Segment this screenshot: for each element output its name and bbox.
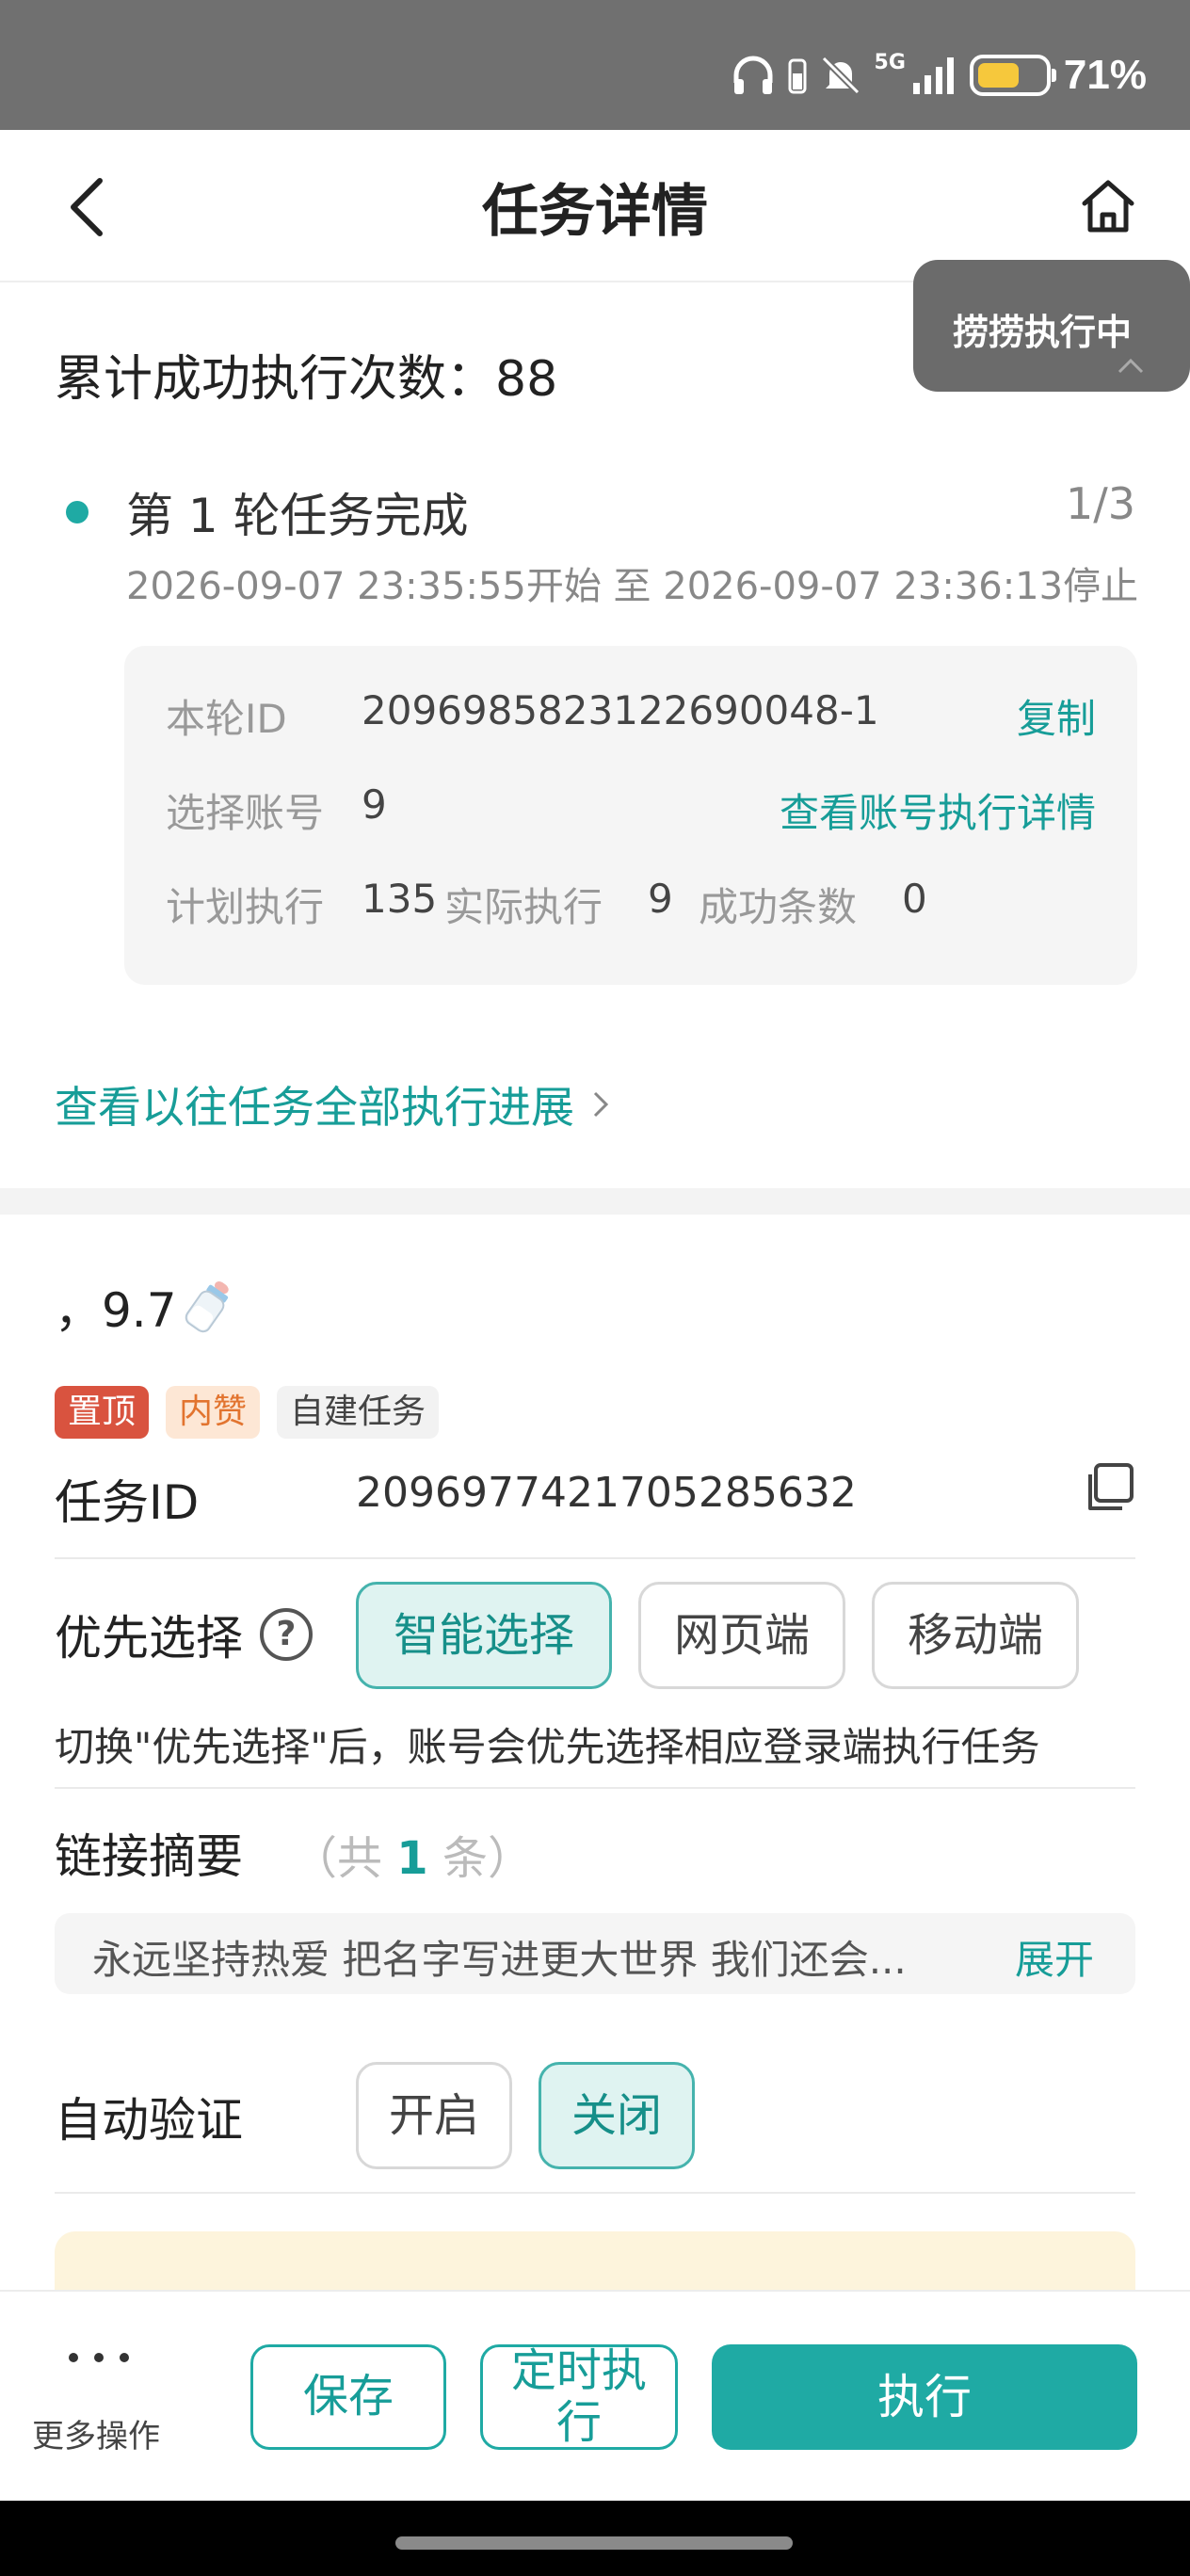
round-id-label: 本轮ID bbox=[166, 696, 287, 742]
link-count-suffix: 条） bbox=[442, 1832, 533, 1885]
tag-pinned: 置顶 bbox=[55, 1386, 150, 1439]
auto-verify-on-button[interactable]: 开启 bbox=[356, 2062, 512, 2169]
account-value: 9 bbox=[362, 781, 387, 828]
battery-percent: 71% bbox=[1063, 52, 1147, 98]
task-name-text: ，9.7 bbox=[55, 1283, 177, 1338]
chevron-right-icon bbox=[593, 1091, 609, 1118]
round-counter: 1/3 bbox=[1065, 478, 1135, 529]
plan-label: 计划执行 bbox=[166, 884, 325, 930]
priority-option-mobile[interactable]: 移动端 bbox=[872, 1582, 1079, 1689]
plan-value: 135 bbox=[362, 876, 438, 922]
execute-button[interactable]: 执行 bbox=[712, 2344, 1137, 2450]
schedule-label-line1: 定时执 bbox=[510, 2343, 647, 2397]
running-status-label: 捞捞执行中 bbox=[953, 312, 1133, 353]
round-status-dot bbox=[66, 501, 88, 523]
auto-verify-off-button[interactable]: 关闭 bbox=[539, 2062, 695, 2169]
help-icon[interactable]: ? bbox=[260, 1608, 313, 1661]
status-icons: 5G 71% bbox=[732, 49, 1147, 102]
execution-stats-row: 计划执行 135 实际执行 9 成功条数 0 bbox=[166, 876, 927, 933]
more-actions-label[interactable]: 更多操作 bbox=[32, 2410, 160, 2456]
actual-value: 9 bbox=[648, 876, 673, 922]
task-name: ，9.7 bbox=[55, 1273, 233, 1341]
copy-icon[interactable] bbox=[1083, 1461, 1135, 1514]
link-count-prefix: （共 bbox=[292, 1832, 383, 1885]
actual-label: 实际执行 bbox=[444, 884, 603, 930]
battery-small-icon bbox=[788, 58, 807, 94]
link-summary-text: 永远坚持热爱 把名字写进更大世界 我们还会... bbox=[92, 1937, 907, 1983]
view-account-details-link[interactable]: 查看账号执行详情 bbox=[780, 781, 1096, 839]
round-info-card: 本轮ID 2096985823122690048-1 复制 选择账号 9 查看账… bbox=[124, 646, 1137, 985]
round-id-value: 2096985823122690048-1 bbox=[362, 687, 879, 733]
auto-verify-label: 自动验证 bbox=[55, 2093, 243, 2148]
schedule-label-line2: 行 bbox=[555, 2396, 602, 2449]
account-row: 选择账号 9 bbox=[166, 781, 387, 839]
divider bbox=[55, 2192, 1135, 2194]
tag-internal-like: 内赞 bbox=[166, 1386, 261, 1439]
priority-hint: 切换"优先选择"后，账号会优先选择相应登录端执行任务 bbox=[55, 1724, 1040, 1770]
task-id-label: 任务ID bbox=[55, 1475, 200, 1530]
divider bbox=[55, 1787, 1135, 1789]
history-link-label: 查看以往任务全部执行进展 bbox=[55, 1082, 574, 1133]
task-config-section: ，9.7 置顶 内赞 自建任务 任务ID 2096977421705285632… bbox=[0, 1215, 1190, 2316]
battery-icon bbox=[969, 55, 1056, 96]
system-nav-bar bbox=[0, 2501, 1190, 2576]
copy-round-id-button[interactable]: 复制 bbox=[1017, 687, 1096, 745]
signal-icon bbox=[912, 57, 954, 94]
bottom-action-bar: 更多操作 保存 定时执 行 执行 bbox=[0, 2290, 1190, 2501]
success-count-summary: 累计成功执行次数：88 bbox=[55, 351, 558, 408]
home-indicator[interactable] bbox=[395, 2536, 793, 2550]
priority-option-web[interactable]: 网页端 bbox=[638, 1582, 845, 1689]
link-count-number: 1 bbox=[396, 1832, 428, 1885]
account-label: 选择账号 bbox=[166, 790, 325, 836]
link-summary-label: 链接摘要 bbox=[55, 1829, 243, 1884]
task-id-value: 2096977421705285632 bbox=[356, 1469, 857, 1517]
round-title: 第 1 轮任务完成 bbox=[126, 489, 469, 543]
task-tags: 置顶 内赞 自建任务 bbox=[55, 1386, 440, 1439]
view-history-link[interactable]: 查看以往任务全部执行进展 bbox=[55, 1073, 610, 1135]
chevron-up-icon bbox=[1118, 358, 1144, 374]
success-value: 0 bbox=[902, 876, 927, 922]
round-id-row: 本轮ID 2096985823122690048-1 bbox=[166, 687, 879, 745]
divider bbox=[55, 1557, 1135, 1559]
link-count: （共 1 条） bbox=[292, 1821, 533, 1887]
expand-button[interactable]: 展开 bbox=[1015, 1928, 1094, 1986]
home-icon[interactable] bbox=[1075, 173, 1141, 239]
status-bar: 5G 71% bbox=[0, 0, 1190, 130]
headphones-icon bbox=[733, 56, 773, 94]
schedule-button[interactable]: 定时执 行 bbox=[480, 2344, 678, 2450]
round-time-range: 2026-09-07 23:35:55开始 至 2026-09-07 23:36… bbox=[126, 565, 1139, 608]
link-summary-box: 永远坚持热爱 把名字写进更大世界 我们还会... 展开 bbox=[55, 1913, 1135, 1994]
execution-summary-section: 累计成功执行次数：88 第 1 轮任务完成 1/3 2026-09-07 23:… bbox=[0, 282, 1190, 1188]
page-title: 任务详情 bbox=[482, 179, 708, 245]
priority-label: 优先选择 bbox=[55, 1611, 243, 1666]
success-label: 成功条数 bbox=[699, 884, 858, 930]
section-divider bbox=[0, 1188, 1190, 1215]
running-status-badge[interactable]: 捞捞执行中 bbox=[913, 260, 1190, 392]
save-button[interactable]: 保存 bbox=[250, 2344, 446, 2450]
network-type: 5G bbox=[874, 50, 906, 74]
tag-self-built: 自建任务 bbox=[277, 1386, 440, 1439]
more-icon[interactable] bbox=[66, 2350, 132, 2365]
baby-bottle-icon bbox=[185, 1281, 229, 1333]
priority-option-smart[interactable]: 智能选择 bbox=[356, 1582, 612, 1689]
mute-icon bbox=[821, 56, 860, 95]
